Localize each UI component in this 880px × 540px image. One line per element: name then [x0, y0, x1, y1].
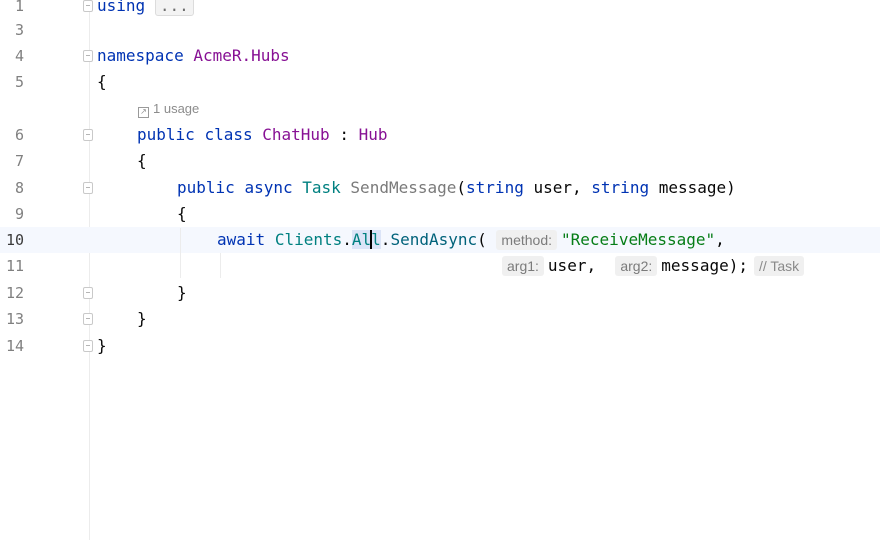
param-name: user	[533, 178, 572, 197]
colon: :	[339, 125, 349, 144]
line-number: 6	[14, 126, 24, 144]
code-line[interactable]: 14 }	[0, 333, 880, 359]
method-name: SendMessage	[350, 178, 457, 197]
parameter-hint: arg2:	[615, 256, 658, 276]
keyword: public	[137, 125, 195, 144]
argument: message);	[661, 256, 748, 275]
fold-toggle-icon[interactable]	[83, 0, 93, 12]
code-text[interactable]: await Clients.All.SendAsync( method: "Rec…	[217, 227, 725, 253]
code-line[interactable]: 11 arg1: user, arg2: message); // Task	[0, 253, 880, 279]
line-number: 5	[14, 73, 24, 91]
paren: (	[477, 230, 487, 249]
namespace-name: AcmeR.Hubs	[193, 46, 290, 65]
indent-guide	[220, 253, 221, 278]
fold-toggle-icon[interactable]	[83, 340, 93, 352]
usage-hint-label: 1 usage	[153, 101, 200, 116]
code-text[interactable]: }	[97, 333, 107, 359]
code-text[interactable]: {	[97, 69, 107, 95]
param-type: string	[466, 178, 524, 197]
code-line[interactable]: 6 public class ChatHub : Hub	[0, 122, 880, 148]
fold-toggle-icon[interactable]	[83, 129, 93, 141]
code-text[interactable]: public async Task SendMessage(string use…	[177, 175, 736, 201]
line-number: 14	[5, 337, 24, 355]
line-number: 7	[14, 152, 24, 170]
return-type-hint: // Task	[753, 256, 805, 276]
brace: }	[177, 283, 187, 302]
code-text[interactable]: {	[137, 148, 147, 174]
return-type: Task	[302, 178, 341, 197]
code-text[interactable]: namespace AcmeR.Hubs	[97, 43, 290, 69]
keyword: await	[217, 230, 266, 249]
comma: ,	[572, 178, 582, 197]
string-literal: "ReceiveMessage"	[561, 230, 716, 249]
object-name: Clients	[274, 230, 343, 249]
class-name: ChatHub	[262, 125, 330, 144]
parameter-hint: method:	[496, 230, 558, 250]
property-before-caret: Al	[351, 230, 372, 249]
parameter-hint: arg1:	[502, 256, 544, 276]
code-line[interactable]: 9 {	[0, 201, 880, 227]
line-number: 3	[14, 21, 24, 39]
code-line[interactable]: 8 public async Task SendMessage(string u…	[0, 175, 880, 201]
code-text[interactable]: arg1: user, arg2: message); // Task	[502, 253, 805, 279]
paren: (	[456, 178, 467, 197]
usage-arrow-icon: ↗	[138, 107, 149, 118]
keyword: namespace	[97, 46, 184, 65]
code-line[interactable]: 4 namespace AcmeR.Hubs	[0, 43, 880, 69]
line-number: 12	[5, 284, 24, 302]
comma: ,	[715, 230, 725, 249]
code-text[interactable]: }	[137, 306, 147, 332]
dot: .	[380, 230, 391, 249]
code-line-current[interactable]: 10 await Clients.All.SendAsync( method: "…	[0, 227, 880, 253]
argument: user,	[547, 256, 597, 275]
line-number: 8	[14, 179, 24, 197]
fold-toggle-icon[interactable]	[83, 182, 93, 194]
line-number: 11	[5, 257, 24, 275]
brace: {	[137, 151, 147, 170]
property-after-caret: l	[371, 230, 381, 249]
keyword: async	[244, 178, 293, 197]
brace: }	[97, 336, 107, 355]
usage-hint[interactable]: ↗ 1 usage	[138, 98, 199, 120]
line-number: 10	[5, 231, 24, 249]
code-line[interactable]: 12 }	[0, 280, 880, 306]
indent-guide	[180, 228, 181, 278]
brace: {	[177, 204, 187, 223]
keyword: class	[204, 125, 253, 144]
line-number: 13	[5, 310, 24, 328]
brace: }	[137, 309, 147, 328]
code-line[interactable]: 5 {	[0, 69, 880, 95]
line-number: 4	[14, 47, 24, 65]
fold-toggle-icon[interactable]	[83, 287, 93, 299]
folded-imports-placeholder[interactable]: ...	[154, 0, 194, 16]
base-class: Hub	[358, 125, 388, 144]
dot: .	[342, 230, 352, 249]
brace: {	[97, 72, 107, 91]
code-line[interactable]: 7 {	[0, 148, 880, 174]
param-type: string	[591, 178, 650, 197]
method-call: SendAsync	[390, 230, 478, 249]
code-text[interactable]: }	[177, 280, 187, 306]
code-text[interactable]: {	[177, 201, 187, 227]
code-editor[interactable]: 1 using ... 3 4 namespace AcmeR.Hubs 5 {…	[0, 0, 880, 540]
code-line[interactable]: 3	[0, 17, 880, 43]
param-name: message	[658, 178, 727, 197]
paren: )	[726, 178, 736, 197]
code-text[interactable]: public class ChatHub : Hub	[137, 122, 388, 148]
code-line[interactable]: 13 }	[0, 306, 880, 332]
line-number: 9	[14, 205, 24, 223]
fold-toggle-icon[interactable]	[83, 50, 93, 62]
keyword: public	[177, 178, 235, 197]
text-caret	[370, 230, 373, 249]
fold-toggle-icon[interactable]	[83, 313, 93, 325]
keyword: using	[97, 0, 146, 15]
